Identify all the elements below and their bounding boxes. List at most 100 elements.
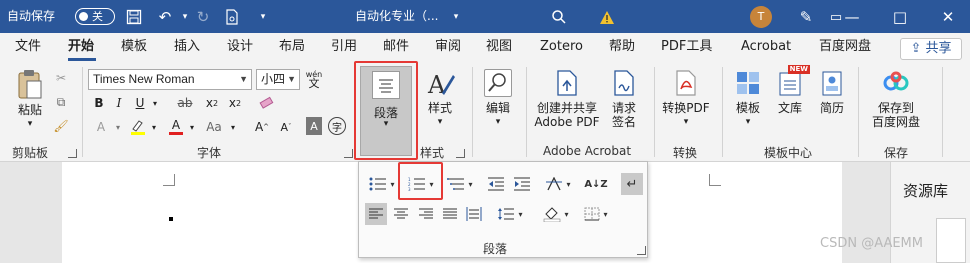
chevron-down-icon: ▾: [566, 179, 571, 189]
change-case-dropdown-icon[interactable]: ▾: [228, 117, 238, 137]
tab-help[interactable]: 帮助: [609, 37, 635, 57]
underline-button[interactable]: U: [131, 93, 149, 113]
font-color-button[interactable]: A: [166, 117, 186, 137]
pen-icon[interactable]: ✎: [796, 7, 816, 27]
undo-dropdown-icon[interactable]: ▾: [175, 7, 195, 27]
tab-layout[interactable]: 布局: [279, 37, 305, 57]
tab-design[interactable]: 设计: [227, 37, 253, 57]
search-icon[interactable]: [549, 7, 569, 27]
line-spacing-button[interactable]: ▾: [493, 203, 527, 225]
phonetic-guide-button[interactable]: wén 文: [304, 67, 324, 91]
justify-icon[interactable]: [439, 203, 461, 225]
tab-home[interactable]: 开始: [68, 37, 94, 57]
undo-icon[interactable]: ↶: [155, 7, 175, 27]
template-dropdown-icon[interactable]: ▾: [728, 115, 768, 129]
autosave-toggle[interactable]: 关: [75, 8, 115, 25]
tab-pdf-tools[interactable]: PDF工具: [661, 37, 712, 57]
tab-acrobat[interactable]: Acrobat: [741, 37, 791, 57]
paste-button[interactable]: 粘贴 ▾: [12, 69, 48, 131]
superscript-button[interactable]: x2: [226, 93, 244, 113]
template-group-label: 模板中心: [764, 146, 813, 160]
font-name-combo[interactable]: Times New Roman ▼: [88, 69, 252, 90]
library-button[interactable]: NEW 文库: [772, 65, 810, 115]
font-size-combo[interactable]: 小四 ▼: [256, 69, 300, 90]
maximize-button[interactable]: □: [880, 0, 920, 33]
convert-dropdown-icon[interactable]: ▾: [660, 115, 712, 129]
copy-icon[interactable]: ⧉: [53, 93, 69, 111]
tab-view[interactable]: 视图: [486, 37, 512, 57]
redo-icon[interactable]: ↻: [193, 7, 213, 27]
character-shading-icon[interactable]: A: [306, 117, 322, 135]
minimize-button[interactable]: —: [832, 0, 872, 33]
format-painter-icon[interactable]: 🖌: [53, 117, 69, 135]
borders-button[interactable]: ▾: [579, 203, 613, 225]
font-launcher-icon[interactable]: [344, 149, 353, 158]
user-avatar[interactable]: T: [750, 6, 772, 28]
request-signature-button[interactable]: 请求 签名: [604, 69, 644, 129]
file-check-icon[interactable]: [222, 7, 242, 27]
paragraph-launcher-icon[interactable]: [637, 246, 646, 255]
chinese-layout-button[interactable]: ▾: [541, 173, 575, 195]
tab-references[interactable]: 引用: [331, 37, 357, 57]
align-center-icon[interactable]: [390, 203, 412, 225]
styles-button[interactable]: A 样式 ▾: [420, 69, 460, 129]
tab-baidu-netdisk[interactable]: 百度网盘: [819, 37, 871, 57]
adobe-pdf-label: Adobe PDF: [534, 115, 600, 129]
bold-button[interactable]: B: [90, 93, 108, 113]
change-case-icon[interactable]: Aa: [204, 117, 224, 137]
share-button[interactable]: ⇪ 共享: [900, 38, 962, 60]
distributed-icon[interactable]: [463, 203, 485, 225]
sort-icon[interactable]: A↓Z: [584, 173, 607, 195]
tab-insert[interactable]: 插入: [174, 37, 200, 57]
decrease-indent-icon[interactable]: [485, 173, 507, 195]
font-color-dropdown-icon[interactable]: ▾: [187, 117, 197, 137]
align-right-icon[interactable]: [415, 203, 437, 225]
customize-qat-icon[interactable]: ▾: [253, 7, 273, 27]
text-effects-icon[interactable]: A: [90, 117, 112, 137]
text-effects-dropdown-icon[interactable]: ▾: [113, 117, 123, 137]
styles-dropdown-icon[interactable]: ▾: [420, 115, 460, 129]
shrink-font-icon[interactable]: Aˇ: [276, 117, 296, 137]
tab-template[interactable]: 模板: [121, 37, 147, 57]
document-title: 自动化专业（...: [355, 9, 439, 23]
flyout-group-label: 段落: [483, 242, 508, 256]
cut-icon[interactable]: ✂: [53, 69, 69, 87]
clipboard-launcher-icon[interactable]: [68, 149, 77, 158]
highlight-color-icon[interactable]: [128, 117, 148, 137]
enclose-character-icon[interactable]: 字: [328, 117, 346, 135]
multilevel-list-button[interactable]: ▾: [443, 173, 477, 195]
tab-review[interactable]: 审阅: [435, 37, 461, 57]
editing-button[interactable]: 编辑 ▾: [478, 69, 518, 129]
bullets-button[interactable]: ▾: [365, 173, 399, 195]
resume-button[interactable]: 简历: [814, 69, 850, 115]
tab-file[interactable]: 文件: [15, 37, 41, 57]
close-button[interactable]: ✕: [928, 0, 968, 33]
template-button[interactable]: 模板 ▾: [728, 69, 768, 129]
italic-button[interactable]: I: [110, 93, 128, 113]
tab-zotero[interactable]: Zotero: [540, 37, 583, 57]
strikethrough-button[interactable]: ab: [174, 93, 196, 113]
convert-pdf-button[interactable]: 转换PDF ▾: [660, 69, 712, 129]
styles-launcher-icon[interactable]: [456, 149, 465, 158]
editing-dropdown-icon[interactable]: ▾: [478, 115, 518, 129]
save-baidu-button[interactable]: 保存到 百度网盘: [866, 69, 926, 129]
font-color-icon: A: [171, 118, 181, 132]
clear-formatting-icon[interactable]: [256, 93, 278, 113]
underline-dropdown-icon[interactable]: ▾: [150, 93, 160, 113]
show-paragraph-marks-icon[interactable]: ↵: [621, 173, 643, 195]
subscript-button[interactable]: x2: [203, 93, 221, 113]
resource-panel-content[interactable]: [936, 218, 966, 263]
tab-mailings[interactable]: 邮件: [383, 37, 409, 57]
increase-indent-icon[interactable]: [511, 173, 533, 195]
save-icon[interactable]: [124, 7, 144, 27]
shading-button[interactable]: ▾: [539, 203, 573, 225]
warning-icon[interactable]: [597, 7, 617, 27]
new-badge: NEW: [787, 65, 810, 74]
request-label: 请求: [611, 101, 636, 115]
title-dropdown-icon[interactable]: ▾: [446, 7, 466, 27]
grow-font-icon[interactable]: A ^: [252, 117, 272, 137]
paste-dropdown-icon[interactable]: ▾: [12, 117, 48, 131]
highlight-dropdown-icon[interactable]: ▾: [149, 117, 159, 137]
create-share-pdf-button[interactable]: 创建并共享 Adobe PDF: [532, 69, 602, 129]
align-left-icon[interactable]: [365, 203, 387, 225]
